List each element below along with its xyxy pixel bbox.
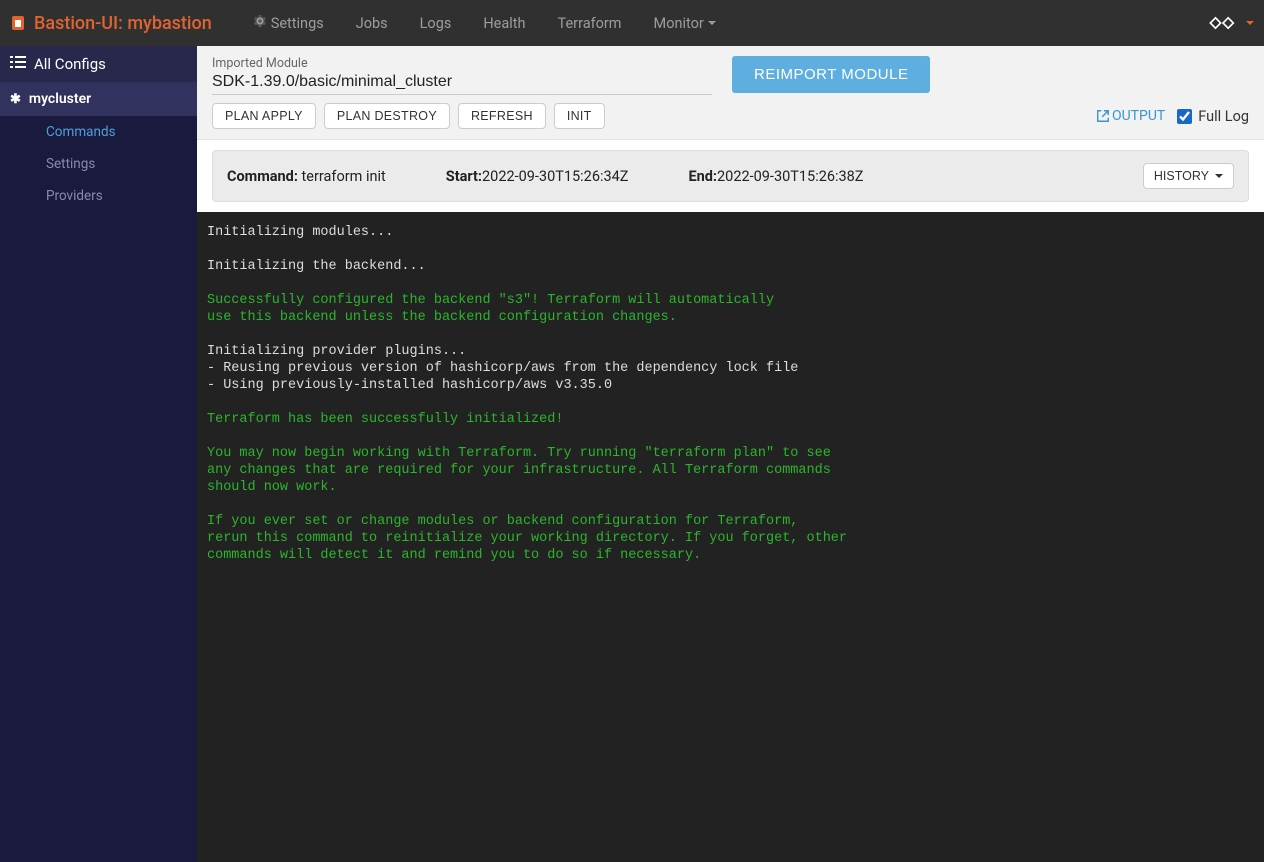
brand-link[interactable]: Bastion-UI: mybastion (10, 13, 212, 34)
terminal-line: Initializing provider plugins... (207, 344, 466, 359)
terminal-line: Initializing modules... (207, 225, 393, 240)
terminal-output: Initializing modules... Initializing the… (197, 212, 1264, 862)
snowflake-icon: ✱ (10, 92, 21, 107)
terminal-line: any changes that are required for your i… (207, 463, 831, 478)
start-segment: Start:2022-09-30T15:26:34Z (446, 168, 629, 185)
gear-icon (253, 14, 267, 32)
nav-terraform[interactable]: Terraform (542, 0, 638, 46)
command-segment: Command: terraform init (227, 168, 386, 185)
full-log-checkbox[interactable] (1177, 109, 1192, 124)
imported-module-label: Imported Module (212, 56, 712, 71)
chevron-down-icon (708, 21, 716, 25)
sidebar-cluster-label: mycluster (29, 91, 91, 107)
terminal-line: - Using previously-installed hashicorp/a… (207, 378, 612, 393)
refresh-button[interactable]: REFRESH (458, 103, 546, 129)
sidebar-cluster[interactable]: ✱ mycluster (0, 82, 197, 116)
external-link-icon (1096, 109, 1110, 123)
module-toolbar: Imported Module REIMPORT MODULE PLAN APP… (197, 46, 1264, 140)
sidebar-all-configs-label: All Configs (34, 55, 106, 73)
terminal-line: You may now begin working with Terraform… (207, 446, 831, 461)
terminal-line: Successfully configured the backend "s3"… (207, 293, 774, 308)
nav-health[interactable]: Health (467, 0, 541, 46)
sidebar-item-settings[interactable]: Settings (0, 148, 197, 180)
list-icon (10, 55, 26, 73)
chevron-down-icon (1246, 21, 1254, 25)
sidebar-item-providers[interactable]: Providers (0, 180, 197, 212)
history-dropdown-button[interactable]: HISTORY (1143, 163, 1234, 189)
full-log-toggle[interactable]: Full Log (1177, 108, 1249, 125)
terminal-line: rerun this command to reinitialize your … (207, 531, 847, 546)
main-panel: Imported Module REIMPORT MODULE PLAN APP… (197, 46, 1264, 862)
terminal-line: If you ever set or change modules or bac… (207, 514, 798, 529)
terminal-line: - Reusing previous version of hashicorp/… (207, 361, 798, 376)
nav-monitor[interactable]: Monitor (638, 0, 732, 46)
app-logo-menu[interactable] (1206, 11, 1254, 35)
plan-destroy-button[interactable]: PLAN DESTROY (324, 103, 450, 129)
command-info-bar: Command: terraform init Start:2022-09-30… (212, 150, 1249, 202)
nav-logs[interactable]: Logs (404, 0, 468, 46)
reimport-module-button[interactable]: REIMPORT MODULE (732, 56, 930, 93)
nav-jobs[interactable]: Jobs (340, 0, 404, 46)
sidebar-all-configs[interactable]: All Configs (0, 46, 197, 82)
module-path-input[interactable] (212, 71, 712, 95)
shield-icon (10, 15, 26, 31)
terminal-line: should now work. (207, 480, 337, 495)
chevron-down-icon (1215, 174, 1223, 178)
brand-text: Bastion-UI: mybastion (34, 13, 212, 34)
terminal-line: commands will detect it and remind you t… (207, 548, 701, 563)
end-segment: End:2022-09-30T15:26:38Z (688, 168, 863, 185)
nav-settings[interactable]: Settings (237, 0, 340, 46)
init-button[interactable]: INIT (554, 103, 605, 129)
terminal-line: Initializing the backend... (207, 259, 426, 274)
output-link[interactable]: OUTPUT (1096, 108, 1165, 124)
terminal-line: Terraform has been successfully initiali… (207, 412, 563, 427)
diamond-logo-icon (1206, 11, 1244, 35)
sidebar: All Configs ✱ mycluster Commands Setting… (0, 46, 197, 862)
sidebar-item-commands[interactable]: Commands (0, 116, 197, 148)
nav-settings-label: Settings (271, 15, 324, 32)
plan-apply-button[interactable]: PLAN APPLY (212, 103, 316, 129)
top-navbar: Bastion-UI: mybastion Settings Jobs Logs… (0, 0, 1264, 46)
terminal-line: use this backend unless the backend conf… (207, 310, 677, 325)
